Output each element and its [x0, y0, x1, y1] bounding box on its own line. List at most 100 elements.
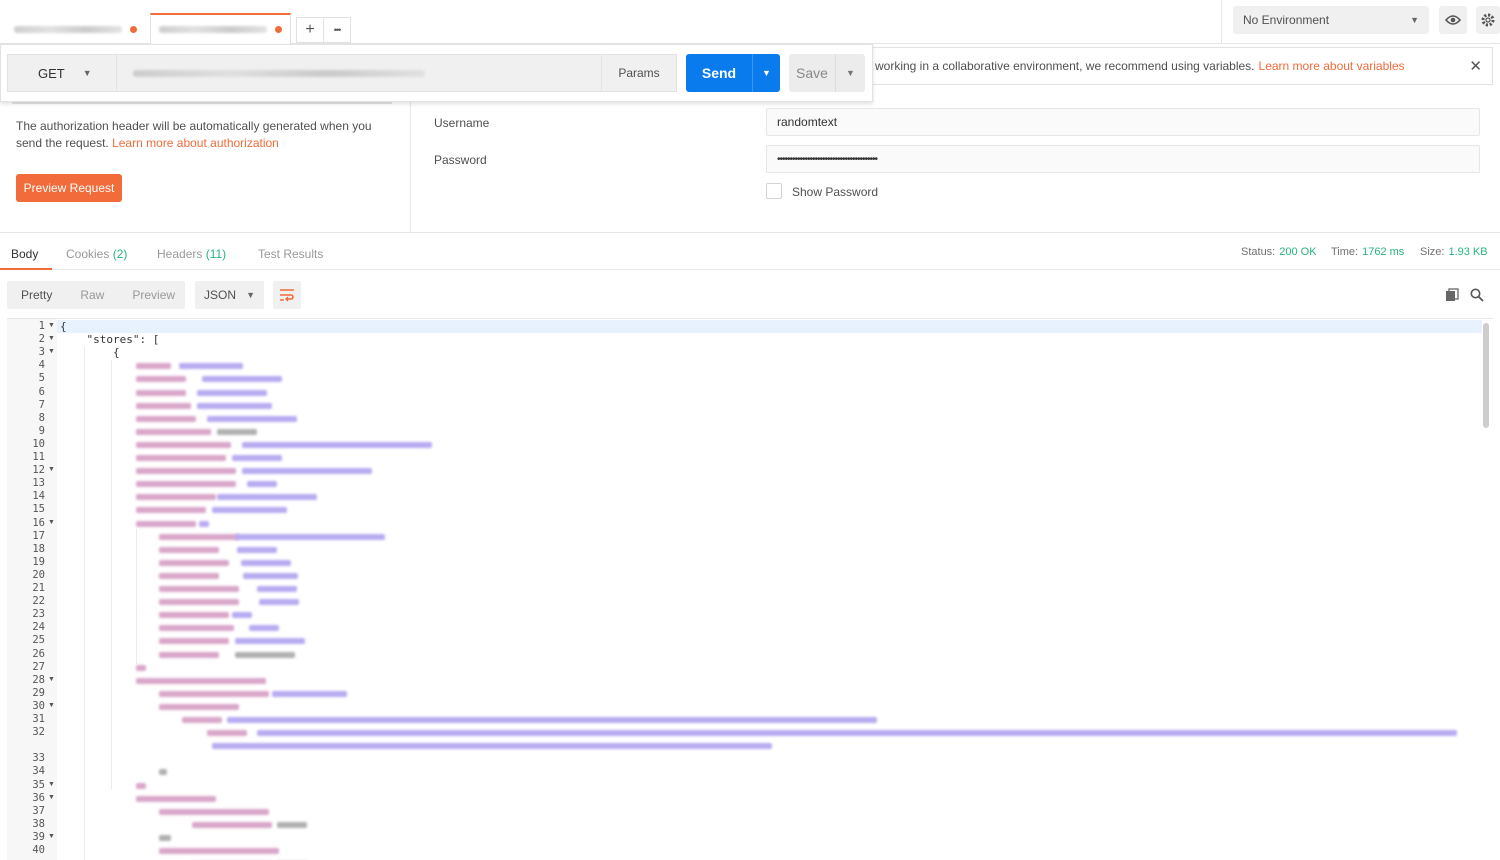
fold-arrow-icon[interactable]: ▼: [48, 335, 55, 342]
obscured-json-key: [136, 441, 231, 448]
format-select[interactable]: JSON ▼: [195, 281, 264, 309]
divider: [1221, 0, 1222, 44]
obscured-json-key: [192, 821, 272, 828]
raw-button[interactable]: Raw: [80, 288, 104, 302]
divider: [12, 102, 392, 104]
tab-headers-label: Headers: [157, 247, 203, 261]
learn-more-variables-link[interactable]: Learn more about variables: [1259, 59, 1405, 73]
chevron-down-icon: ▼: [1410, 15, 1419, 25]
learn-more-authorization-link[interactable]: Learn more about authorization: [112, 136, 279, 150]
obscured-json-key: [136, 507, 206, 514]
copy-button[interactable]: [1443, 286, 1461, 304]
line-number: 1: [38, 320, 45, 332]
tab-bar: + ••• No Environment ▼: [0, 0, 1500, 44]
tab-options-button[interactable]: •••: [323, 17, 351, 43]
status-value: 200 OK: [1279, 246, 1317, 258]
headers-count: (11): [205, 247, 227, 261]
password-value: ••••••••••••••••••••••••••••••••••••••••: [777, 153, 878, 165]
response-body-editor[interactable]: 1 ▼ 2 ▼ 3 ▼ 4 5 6 7 8 9 10 11 12 ▼ 13 14 15 16 ▼ 17 18 19 20 21 22…: [7, 318, 1493, 860]
obscured-json-key: [159, 690, 269, 697]
line-number: 25: [32, 634, 45, 647]
time-label: Time:: [1331, 246, 1359, 258]
preview-request-button[interactable]: Preview Request: [16, 174, 122, 202]
line-number: 33: [32, 752, 45, 765]
fold-arrow-icon[interactable]: ▼: [48, 676, 55, 683]
obscured-json-key: [159, 808, 269, 815]
send-options-chevron-icon[interactable]: ▼: [752, 54, 780, 92]
manage-environments-button[interactable]: [1476, 6, 1500, 34]
eye-icon: [1445, 15, 1461, 25]
obscured-json-key: [159, 533, 239, 540]
params-button[interactable]: Params: [601, 54, 677, 92]
line-number: 7: [38, 398, 45, 411]
fold-arrow-icon[interactable]: ▼: [48, 794, 55, 801]
line-number: 38: [32, 817, 45, 830]
obscured-json-key: [159, 572, 219, 579]
obscured-json-key: [159, 546, 219, 553]
line-number: 28: [32, 673, 45, 686]
tab-title-obscured: [159, 26, 267, 33]
obscured-json-value: [237, 546, 277, 553]
obscured-json-key: [136, 782, 146, 789]
obscured-json-value: [179, 363, 243, 370]
line-number: 16: [32, 516, 45, 529]
request-tab[interactable]: [6, 14, 148, 44]
tab-test-results[interactable]: Test Results: [258, 247, 323, 261]
obscured-json-value: [249, 625, 279, 632]
obscured-json-value: [242, 468, 372, 475]
environment-quick-look-button[interactable]: [1439, 6, 1467, 34]
unsaved-dot-icon: [275, 26, 282, 33]
obscured-json-value: [272, 690, 347, 697]
close-icon[interactable]: ✕: [1469, 57, 1482, 75]
save-options-chevron-icon[interactable]: ▼: [835, 54, 865, 92]
line-number: 21: [32, 582, 45, 594]
fold-arrow-icon[interactable]: ▼: [48, 519, 55, 526]
line-number: 34: [32, 765, 45, 778]
chevron-down-icon: ▼: [82, 68, 92, 78]
obscured-json-value: [217, 494, 317, 501]
url-input[interactable]: [116, 54, 602, 92]
pretty-button[interactable]: Pretty: [21, 288, 52, 302]
tab-cookies[interactable]: Cookies (2): [66, 247, 127, 261]
size-readout: Size: 1.93 KB: [1420, 246, 1488, 258]
obscured-json-value: [247, 481, 277, 488]
send-button[interactable]: Send ▼: [686, 54, 780, 92]
banner-text: working in a collaborative environment, …: [875, 59, 1255, 73]
fold-arrow-icon[interactable]: ▼: [48, 833, 55, 840]
line-number: 10: [32, 437, 45, 450]
search-button[interactable]: [1468, 286, 1486, 304]
request-tab-active[interactable]: [150, 13, 291, 44]
save-button[interactable]: Save ▼: [789, 54, 865, 92]
password-field[interactable]: ••••••••••••••••••••••••••••••••••••••••: [766, 145, 1480, 173]
tab-headers[interactable]: Headers (11): [157, 247, 226, 261]
tab-body[interactable]: Body: [11, 247, 38, 261]
obscured-json-value: [277, 821, 307, 828]
fold-arrow-icon[interactable]: ▼: [48, 781, 55, 788]
tab-title-obscured: [14, 25, 122, 33]
obscured-json-key: [212, 743, 772, 750]
wrap-lines-button[interactable]: [273, 281, 301, 309]
indent-guide: [111, 360, 112, 790]
new-tab-button[interactable]: +: [296, 17, 324, 43]
fold-arrow-icon[interactable]: ▼: [48, 702, 55, 709]
obscured-json-value: [227, 717, 877, 723]
method-select[interactable]: GET ▼: [7, 54, 117, 92]
obscured-json-key: [207, 730, 247, 737]
size-label: Size:: [1420, 246, 1445, 258]
obscured-json-key: [159, 638, 229, 645]
fold-arrow-icon[interactable]: ▼: [48, 322, 55, 329]
plus-icon: +: [305, 21, 315, 38]
show-password-label: Show Password: [792, 185, 879, 199]
show-password-checkbox[interactable]: [766, 183, 782, 199]
line-number: 36: [32, 791, 45, 804]
editor-scrollbar[interactable]: [1483, 323, 1489, 428]
obscured-json-value: [257, 730, 1457, 737]
preview-button[interactable]: Preview: [132, 288, 175, 302]
fold-arrow-icon[interactable]: ▼: [48, 348, 55, 355]
environment-select[interactable]: No Environment ▼: [1233, 6, 1429, 34]
line-number: 19: [32, 555, 45, 568]
username-field[interactable]: randomtext: [766, 108, 1480, 136]
fold-arrow-icon[interactable]: ▼: [48, 466, 55, 473]
obscured-json-key: [136, 428, 211, 435]
line-number: 5: [38, 372, 45, 385]
